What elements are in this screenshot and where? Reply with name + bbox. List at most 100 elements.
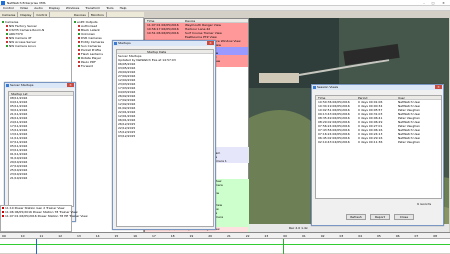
panel-tab[interactable]: Monitors: [89, 12, 107, 18]
timeline-tick: 19: [189, 234, 194, 238]
node-icon: [6, 45, 8, 47]
node-icon: [78, 57, 80, 59]
report-button[interactable]: Report: [370, 214, 390, 220]
close-button[interactable]: Close: [394, 214, 414, 220]
close-button[interactable]: ✕: [438, 1, 449, 5]
menu-item[interactable]: Audio: [31, 6, 46, 11]
tree-item-label: Forward: [81, 64, 94, 68]
list-item[interactable]: 21/10/2016: [9, 176, 73, 180]
session-table[interactable]: Time Period User 10:50:36 06/05/2016 0 days…: [315, 95, 442, 199]
close-icon[interactable]: ✕: [207, 41, 214, 45]
record-count: 9 records: [417, 202, 432, 206]
left-tabs: Cameras Display Control: [0, 12, 72, 18]
node-icon: [78, 29, 80, 31]
menu-item[interactable]: Help: [117, 6, 130, 11]
table-row[interactable]: 02:10:43 04/05/2016 0 days 00:11:36 Peter …: [316, 140, 441, 144]
node-icon: [6, 25, 8, 27]
timeline-ruler: 09 10 11 12 13 14 15 16 17 18 19 20 21 22 23 00 01 02 03 04…: [0, 233, 450, 239]
alert-icon: [2, 207, 4, 209]
session-user: Peter Vaughan: [398, 140, 420, 144]
node-icon: [78, 53, 80, 55]
node-icon: [78, 33, 80, 35]
panel-tab[interactable]: Devices: [72, 12, 89, 18]
session-time: 02:10:43 04/05/2016: [318, 140, 350, 144]
panel-tab[interactable]: Display: [18, 12, 35, 18]
tree-item-label: NW Camera Linux: [9, 44, 36, 48]
timeline-tick: 14: [95, 234, 100, 238]
startups-window: Startups ✕ Startup Date Server Startups Up…: [112, 40, 216, 230]
timeline-tick: 09: [2, 234, 6, 238]
node-icon: [2, 21, 4, 23]
session-views-titlebar[interactable]: Session Views ✕: [312, 85, 443, 90]
timeline-tick: 12: [58, 234, 63, 238]
startups-titlebar[interactable]: Startups ✕: [113, 41, 215, 46]
menu-item[interactable]: Tools: [103, 6, 116, 11]
timeline-tick: 16: [133, 234, 138, 238]
timeline-tick: 17: [152, 234, 156, 238]
refresh-button[interactable]: Refresh: [346, 214, 366, 220]
timeline-cursor[interactable]: [36, 239, 37, 254]
timeline-tick: 07: [414, 234, 419, 238]
timeline[interactable]: 09 10 11 12 13 14 15 16 17 18 19 20 21 22 23 00 01 02 03 04…: [0, 232, 450, 254]
menu-item[interactable]: Windows: [63, 6, 82, 11]
node-icon: [78, 41, 80, 43]
session-period: 0 days 00:11:36: [358, 140, 383, 144]
timeline-tick: 11: [39, 234, 44, 238]
timeline-tick: 08: [433, 234, 438, 238]
alert-icon: [2, 211, 4, 213]
panel-tab[interactable]: Control: [34, 12, 51, 18]
close-icon[interactable]: ✕: [435, 85, 442, 89]
timeline-tick: 23: [264, 234, 269, 238]
node-icon: [78, 25, 80, 27]
node-icon: [78, 61, 80, 63]
timeline-tick: 03: [339, 234, 344, 238]
server-startups-window: Server Startups ✕ Startup Lst 08/11/2016 0…: [4, 82, 76, 222]
bottom-alert-list: 11:10 Power Station Gen 2 Trainer View 11…: [0, 205, 88, 232]
alert-label: 11:07:01 06/05/2016 Power Station 78 HE …: [5, 214, 88, 218]
timeline-tick: 13: [77, 234, 81, 238]
timeline-track: [0, 244, 450, 245]
alert-icon: [2, 215, 4, 217]
maximize-button[interactable]: □: [429, 1, 437, 5]
window-icon: [313, 86, 316, 89]
minimize-button[interactable]: –: [420, 1, 428, 5]
node-icon: [78, 45, 80, 47]
timeline-tick: 20: [208, 234, 213, 238]
tree-item[interactable]: NW Camera Linux: [2, 44, 70, 48]
window-icon: [6, 84, 9, 87]
timeline-tick: 06: [395, 234, 400, 238]
node-icon: [74, 21, 76, 23]
timeline-tick: 10: [20, 234, 25, 238]
server-startups-titlebar[interactable]: Server Startups ✕: [5, 83, 75, 88]
node-icon: [78, 49, 80, 51]
timeline-tick: 04: [358, 234, 363, 238]
menu-item[interactable]: Video: [17, 6, 31, 11]
startup-list[interactable]: Startup Lst 08/11/2016 04/11/2016 05/11/20…: [8, 91, 74, 207]
close-icon[interactable]: ✕: [67, 83, 74, 87]
timeline-tick: 01: [302, 234, 306, 238]
timeline-tick: 21: [227, 234, 231, 238]
node-icon: [6, 33, 8, 35]
startup-detail-list[interactable]: Startup Date Server Startups Updated by N…: [116, 49, 214, 227]
session-views-window: Session Views ✕ Time Period User 10:50:36 0…: [311, 84, 444, 226]
menu-item[interactable]: Display: [46, 6, 63, 11]
timeline-marker[interactable]: [283, 239, 284, 254]
devices-tabs: Devices Monitors: [72, 12, 144, 18]
timeline-tick: 18: [170, 234, 175, 238]
window-icon: [114, 42, 117, 45]
node-icon: [6, 29, 8, 31]
camera-tree: Cameras NW Factory Server C3235 Camera Roo…: [2, 20, 70, 48]
app-icon: [1, 1, 5, 5]
alert-item[interactable]: 11:07:01 06/05/2016 Power Station 78 HE …: [1, 214, 88, 218]
menu-bar: Control Video Audio Display Windows Transform…: [0, 6, 450, 11]
timeline-tick: 05: [377, 234, 381, 238]
timeline-tick: 15: [114, 234, 119, 238]
node-icon: [6, 37, 8, 39]
list-item[interactable]: 03/12/2015: [117, 134, 213, 138]
menu-item[interactable]: Control: [0, 6, 17, 11]
node-icon: [6, 41, 8, 43]
node-icon: [78, 65, 80, 67]
panel-tab[interactable]: Cameras: [0, 12, 19, 18]
menu-item[interactable]: Transform: [82, 6, 103, 11]
timeline-tick: 22: [245, 234, 250, 238]
